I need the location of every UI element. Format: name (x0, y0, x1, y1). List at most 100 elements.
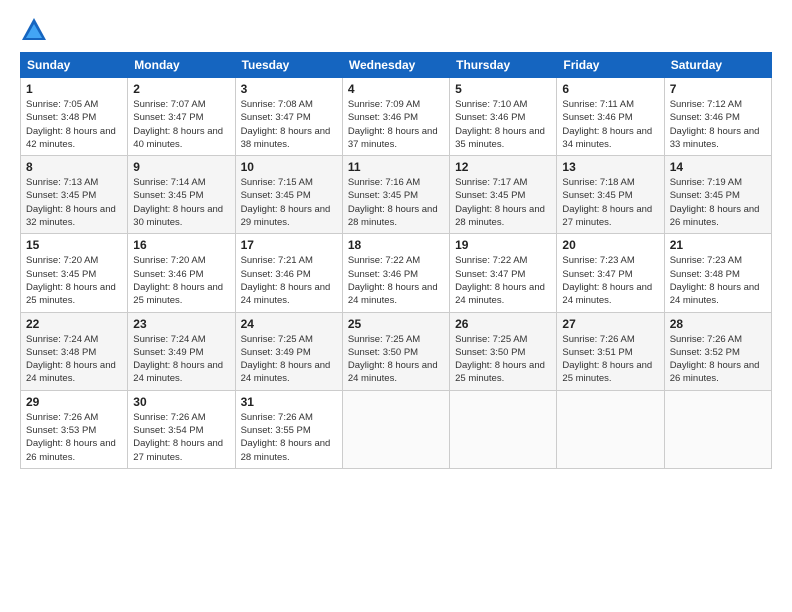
day-cell: 3 Sunrise: 7:08 AMSunset: 3:47 PMDayligh… (235, 78, 342, 156)
day-number: 26 (455, 317, 551, 331)
day-cell: 14 Sunrise: 7:19 AMSunset: 3:45 PMDaylig… (664, 156, 771, 234)
day-number: 25 (348, 317, 444, 331)
day-number: 29 (26, 395, 122, 409)
day-info: Sunrise: 7:24 AMSunset: 3:49 PMDaylight:… (133, 334, 223, 385)
day-cell: 18 Sunrise: 7:22 AMSunset: 3:46 PMDaylig… (342, 234, 449, 312)
page: SundayMondayTuesdayWednesdayThursdayFrid… (0, 0, 792, 612)
day-cell: 9 Sunrise: 7:14 AMSunset: 3:45 PMDayligh… (128, 156, 235, 234)
calendar-table: SundayMondayTuesdayWednesdayThursdayFrid… (20, 52, 772, 469)
day-cell: 26 Sunrise: 7:25 AMSunset: 3:50 PMDaylig… (450, 312, 557, 390)
day-info: Sunrise: 7:18 AMSunset: 3:45 PMDaylight:… (562, 177, 652, 228)
day-info: Sunrise: 7:24 AMSunset: 3:48 PMDaylight:… (26, 334, 116, 385)
header-row (20, 16, 772, 44)
day-number: 17 (241, 238, 337, 252)
day-info: Sunrise: 7:22 AMSunset: 3:47 PMDaylight:… (455, 255, 545, 306)
day-cell: 28 Sunrise: 7:26 AMSunset: 3:52 PMDaylig… (664, 312, 771, 390)
day-number: 15 (26, 238, 122, 252)
day-info: Sunrise: 7:25 AMSunset: 3:50 PMDaylight:… (348, 334, 438, 385)
day-info: Sunrise: 7:07 AMSunset: 3:47 PMDaylight:… (133, 99, 223, 150)
day-info: Sunrise: 7:13 AMSunset: 3:45 PMDaylight:… (26, 177, 116, 228)
weekday-header-sunday: Sunday (21, 53, 128, 78)
weekday-header-thursday: Thursday (450, 53, 557, 78)
day-cell (557, 390, 664, 468)
day-cell: 25 Sunrise: 7:25 AMSunset: 3:50 PMDaylig… (342, 312, 449, 390)
day-info: Sunrise: 7:26 AMSunset: 3:51 PMDaylight:… (562, 334, 652, 385)
day-info: Sunrise: 7:26 AMSunset: 3:54 PMDaylight:… (133, 412, 223, 463)
day-cell: 2 Sunrise: 7:07 AMSunset: 3:47 PMDayligh… (128, 78, 235, 156)
day-info: Sunrise: 7:08 AMSunset: 3:47 PMDaylight:… (241, 99, 331, 150)
day-info: Sunrise: 7:16 AMSunset: 3:45 PMDaylight:… (348, 177, 438, 228)
day-info: Sunrise: 7:26 AMSunset: 3:55 PMDaylight:… (241, 412, 331, 463)
day-info: Sunrise: 7:14 AMSunset: 3:45 PMDaylight:… (133, 177, 223, 228)
day-number: 16 (133, 238, 229, 252)
day-number: 19 (455, 238, 551, 252)
week-row-3: 15 Sunrise: 7:20 AMSunset: 3:45 PMDaylig… (21, 234, 772, 312)
day-number: 8 (26, 160, 122, 174)
day-cell: 24 Sunrise: 7:25 AMSunset: 3:49 PMDaylig… (235, 312, 342, 390)
day-cell: 31 Sunrise: 7:26 AMSunset: 3:55 PMDaylig… (235, 390, 342, 468)
day-number: 10 (241, 160, 337, 174)
day-number: 6 (562, 82, 658, 96)
day-info: Sunrise: 7:23 AMSunset: 3:47 PMDaylight:… (562, 255, 652, 306)
day-info: Sunrise: 7:09 AMSunset: 3:46 PMDaylight:… (348, 99, 438, 150)
day-cell: 7 Sunrise: 7:12 AMSunset: 3:46 PMDayligh… (664, 78, 771, 156)
day-info: Sunrise: 7:26 AMSunset: 3:53 PMDaylight:… (26, 412, 116, 463)
day-cell: 22 Sunrise: 7:24 AMSunset: 3:48 PMDaylig… (21, 312, 128, 390)
weekday-header-friday: Friday (557, 53, 664, 78)
day-info: Sunrise: 7:10 AMSunset: 3:46 PMDaylight:… (455, 99, 545, 150)
day-cell: 21 Sunrise: 7:23 AMSunset: 3:48 PMDaylig… (664, 234, 771, 312)
day-info: Sunrise: 7:12 AMSunset: 3:46 PMDaylight:… (670, 99, 760, 150)
day-cell: 11 Sunrise: 7:16 AMSunset: 3:45 PMDaylig… (342, 156, 449, 234)
day-number: 18 (348, 238, 444, 252)
day-cell: 16 Sunrise: 7:20 AMSunset: 3:46 PMDaylig… (128, 234, 235, 312)
week-row-4: 22 Sunrise: 7:24 AMSunset: 3:48 PMDaylig… (21, 312, 772, 390)
day-number: 21 (670, 238, 766, 252)
day-number: 28 (670, 317, 766, 331)
day-cell: 20 Sunrise: 7:23 AMSunset: 3:47 PMDaylig… (557, 234, 664, 312)
day-cell: 12 Sunrise: 7:17 AMSunset: 3:45 PMDaylig… (450, 156, 557, 234)
day-cell: 4 Sunrise: 7:09 AMSunset: 3:46 PMDayligh… (342, 78, 449, 156)
day-number: 27 (562, 317, 658, 331)
day-cell: 10 Sunrise: 7:15 AMSunset: 3:45 PMDaylig… (235, 156, 342, 234)
day-info: Sunrise: 7:15 AMSunset: 3:45 PMDaylight:… (241, 177, 331, 228)
day-cell (342, 390, 449, 468)
day-number: 23 (133, 317, 229, 331)
weekday-header-tuesday: Tuesday (235, 53, 342, 78)
day-info: Sunrise: 7:23 AMSunset: 3:48 PMDaylight:… (670, 255, 760, 306)
logo (20, 16, 52, 44)
day-cell: 27 Sunrise: 7:26 AMSunset: 3:51 PMDaylig… (557, 312, 664, 390)
day-info: Sunrise: 7:17 AMSunset: 3:45 PMDaylight:… (455, 177, 545, 228)
day-cell (664, 390, 771, 468)
day-info: Sunrise: 7:21 AMSunset: 3:46 PMDaylight:… (241, 255, 331, 306)
day-cell: 17 Sunrise: 7:21 AMSunset: 3:46 PMDaylig… (235, 234, 342, 312)
weekday-header-wednesday: Wednesday (342, 53, 449, 78)
day-cell: 29 Sunrise: 7:26 AMSunset: 3:53 PMDaylig… (21, 390, 128, 468)
day-info: Sunrise: 7:25 AMSunset: 3:49 PMDaylight:… (241, 334, 331, 385)
day-info: Sunrise: 7:05 AMSunset: 3:48 PMDaylight:… (26, 99, 116, 150)
day-number: 9 (133, 160, 229, 174)
day-cell: 5 Sunrise: 7:10 AMSunset: 3:46 PMDayligh… (450, 78, 557, 156)
day-number: 31 (241, 395, 337, 409)
day-cell: 19 Sunrise: 7:22 AMSunset: 3:47 PMDaylig… (450, 234, 557, 312)
day-number: 14 (670, 160, 766, 174)
logo-icon (20, 16, 48, 44)
day-cell: 8 Sunrise: 7:13 AMSunset: 3:45 PMDayligh… (21, 156, 128, 234)
day-number: 1 (26, 82, 122, 96)
day-number: 2 (133, 82, 229, 96)
day-cell: 23 Sunrise: 7:24 AMSunset: 3:49 PMDaylig… (128, 312, 235, 390)
day-number: 12 (455, 160, 551, 174)
day-info: Sunrise: 7:20 AMSunset: 3:46 PMDaylight:… (133, 255, 223, 306)
day-number: 24 (241, 317, 337, 331)
week-row-5: 29 Sunrise: 7:26 AMSunset: 3:53 PMDaylig… (21, 390, 772, 468)
day-info: Sunrise: 7:25 AMSunset: 3:50 PMDaylight:… (455, 334, 545, 385)
day-number: 11 (348, 160, 444, 174)
day-info: Sunrise: 7:26 AMSunset: 3:52 PMDaylight:… (670, 334, 760, 385)
day-info: Sunrise: 7:20 AMSunset: 3:45 PMDaylight:… (26, 255, 116, 306)
week-row-1: 1 Sunrise: 7:05 AMSunset: 3:48 PMDayligh… (21, 78, 772, 156)
week-row-2: 8 Sunrise: 7:13 AMSunset: 3:45 PMDayligh… (21, 156, 772, 234)
weekday-header-monday: Monday (128, 53, 235, 78)
day-number: 20 (562, 238, 658, 252)
day-number: 4 (348, 82, 444, 96)
weekday-header-row: SundayMondayTuesdayWednesdayThursdayFrid… (21, 53, 772, 78)
day-cell: 6 Sunrise: 7:11 AMSunset: 3:46 PMDayligh… (557, 78, 664, 156)
